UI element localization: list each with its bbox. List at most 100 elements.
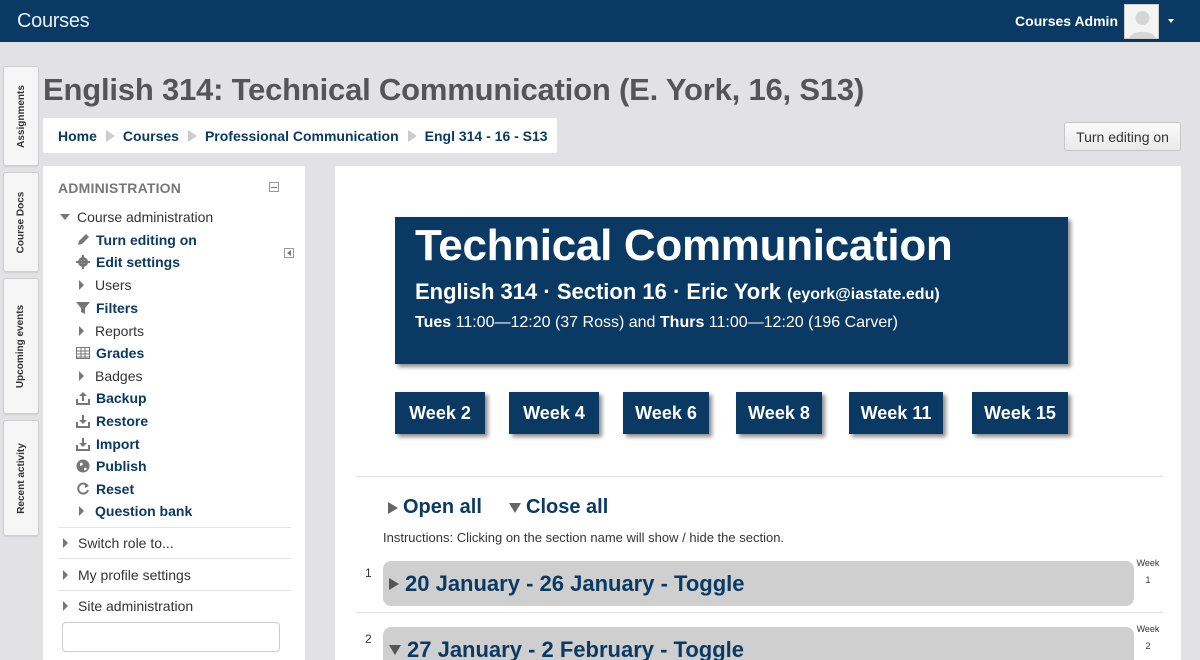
chevron-down-icon[interactable] (1168, 19, 1174, 23)
top-navbar: Courses Courses Admin (0, 0, 1200, 42)
avatar[interactable] (1124, 3, 1159, 39)
section-week-label: Week 1 (1135, 555, 1161, 589)
admin-item-edit-settings[interactable]: Edit settings (75, 252, 180, 272)
expand-arrow-icon (63, 601, 68, 611)
breadcrumb: Home Courses Professional Communication … (43, 118, 557, 153)
breadcrumb-separator-icon (407, 129, 417, 142)
dock-tab-assignments[interactable]: Assignments (3, 66, 39, 166)
admin-item-label: Publish (96, 458, 147, 474)
breadcrumb-course[interactable]: Engl 314 - 16 - S13 (425, 128, 548, 144)
dock-tab-recent-activity[interactable]: Recent activity (3, 420, 39, 536)
admin-item-question-bank[interactable]: Question bank (79, 501, 192, 521)
section-week-label: Week 2 (1135, 621, 1161, 655)
instructor-email: (eyork@iastate.edu) (787, 286, 940, 303)
admin-item-label: Grades (96, 345, 145, 361)
admin-item-label: Reports (95, 323, 145, 339)
admin-item-label: Import (96, 436, 140, 452)
import-icon (75, 436, 91, 452)
section-toggle-1[interactable]: 20 January - 26 January - Toggle (383, 561, 1134, 606)
admin-item-label: Backup (96, 390, 147, 406)
week-15-button[interactable]: Week 15 (972, 392, 1068, 434)
section-title: 20 January - 26 January - Toggle (405, 570, 745, 596)
dock-tab-course-docs[interactable]: Course Docs (3, 172, 39, 272)
admin-item-grades[interactable]: Grades (75, 343, 144, 363)
week-8-button[interactable]: Week 8 (736, 392, 822, 434)
admin-item-import[interactable]: Import (75, 434, 140, 454)
dock-tab-upcoming-events[interactable]: Upcoming events (3, 278, 39, 414)
collapse-arrow-icon (509, 502, 521, 513)
expand-arrow-icon (79, 280, 84, 290)
close-all-button[interactable]: Close all (509, 496, 608, 519)
week-6-button[interactable]: Week 6 (623, 392, 709, 434)
turn-editing-on-button[interactable]: Turn editing on (1064, 122, 1181, 151)
section-number: 1 (365, 566, 372, 580)
user-menu[interactable]: Courses Admin (1015, 3, 1200, 39)
week-4-button[interactable]: Week 4 (509, 392, 599, 434)
instructions-text: Instructions: Clicking on the section na… (383, 530, 785, 545)
divider (355, 612, 1163, 613)
admin-block-title: ADMINISTRATION (58, 180, 182, 196)
backup-icon (75, 390, 91, 406)
breadcrumb-separator-icon (187, 129, 197, 142)
week-2-button[interactable]: Week 2 (395, 392, 485, 434)
dock-tab-label: Recent activity (15, 442, 27, 514)
admin-item-publish[interactable]: Publish (75, 456, 147, 476)
breadcrumb-courses[interactable]: Courses (123, 128, 179, 144)
restore-icon (75, 413, 91, 429)
banner-title: Technical Communication (415, 221, 953, 270)
admin-item-reports[interactable]: Reports (79, 321, 144, 341)
admin-item-restore[interactable]: Restore (75, 411, 148, 431)
admin-item-users[interactable]: Users (79, 275, 132, 295)
admin-item-filters[interactable]: Filters (75, 298, 138, 318)
admin-item-label: Edit settings (96, 254, 181, 270)
open-all-button[interactable]: Open all (388, 496, 482, 519)
expand-arrow-icon (389, 577, 399, 590)
admin-item-badges[interactable]: Badges (79, 366, 142, 386)
dock-tab-label: Assignments (15, 84, 27, 148)
admin-item-reset[interactable]: Reset (75, 479, 134, 499)
breadcrumb-category[interactable]: Professional Communication (205, 128, 399, 144)
course-main-content: Technical Communication English 314 · Se… (335, 166, 1181, 660)
section-toggle-2[interactable]: 27 January - 2 February - Toggle (383, 627, 1134, 660)
close-all-label: Close all (526, 496, 609, 518)
collapse-arrow-icon (60, 214, 70, 220)
divider (58, 527, 291, 528)
admin-item-backup[interactable]: Backup (75, 388, 147, 408)
week-11-button[interactable]: Week 11 (849, 392, 943, 434)
page-title: English 314: Technical Communication (E.… (43, 72, 865, 107)
dock-tab-label: Upcoming events (15, 304, 27, 388)
course-administration-node[interactable]: Course administration (60, 207, 213, 227)
dock-tab-label: Course Docs (15, 191, 27, 253)
admin-item-site-administration[interactable]: Site administration (63, 596, 193, 616)
dock-block-icon[interactable] (284, 248, 294, 258)
site-brand[interactable]: Courses (0, 10, 90, 33)
filter-icon (75, 300, 91, 316)
admin-item-profile-settings[interactable]: My profile settings (63, 565, 191, 585)
week-number: 1 (1145, 575, 1151, 585)
meeting-day: Tues (415, 314, 452, 331)
administration-block: ADMINISTRATION Course administration Tur… (43, 166, 305, 660)
minimize-block-icon[interactable] (269, 182, 279, 192)
admin-item-turn-editing-on[interactable]: Turn editing on (75, 230, 197, 250)
course-banner: Technical Communication English 314 · Se… (395, 217, 1068, 364)
user-name[interactable]: Courses Admin (1015, 13, 1118, 29)
pencil-icon (75, 232, 91, 248)
section-title: 27 January - 2 February - Toggle (407, 636, 745, 660)
week-label: Week (1136, 624, 1160, 634)
breadcrumb-home[interactable]: Home (58, 128, 97, 144)
course-administration-label: Course administration (77, 209, 214, 225)
breadcrumb-separator-icon (105, 129, 115, 142)
admin-item-label: Filters (96, 300, 139, 316)
grades-table-icon (75, 345, 91, 361)
meeting-day: Thurs (659, 314, 705, 331)
admin-search-input[interactable] (62, 622, 280, 652)
week-number: 2 (1145, 641, 1151, 651)
admin-item-switch-role[interactable]: Switch role to... (63, 533, 174, 553)
expand-arrow-icon (79, 371, 84, 381)
admin-block-controls (269, 182, 294, 258)
admin-item-label: Reset (96, 481, 135, 497)
expand-arrow-icon (63, 570, 68, 580)
week-label: Week (1136, 558, 1160, 568)
meeting-time: 11:00—12:20 (196 Carver) (708, 314, 898, 331)
section-number: 2 (365, 632, 372, 646)
